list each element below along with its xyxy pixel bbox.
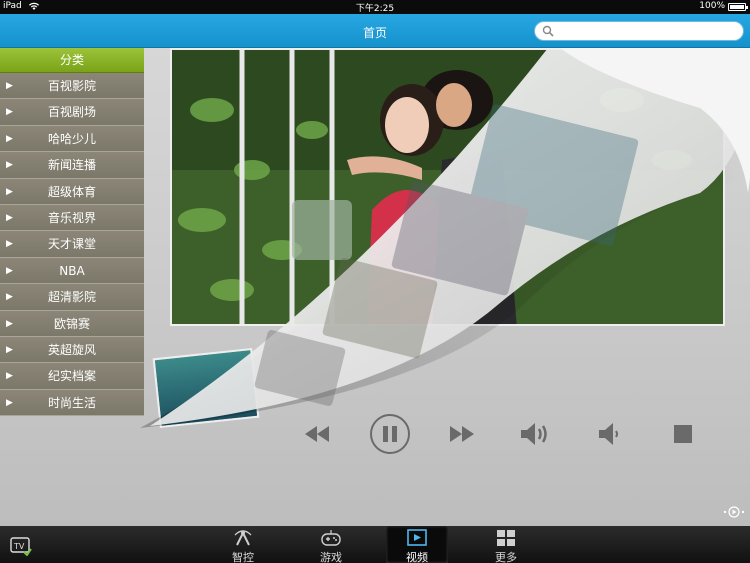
sidebar-item[interactable]: ▶ NBA <box>0 257 144 285</box>
battery-icon <box>728 3 748 11</box>
arrow-right-icon: ▶ <box>6 371 13 382</box>
sidebar-item-label: 百视剧场 <box>47 105 96 120</box>
sidebar-item-label: 超级体育 <box>47 184 96 199</box>
fast-forward-icon <box>450 426 474 442</box>
category-sidebar: 分类 ▶ 百视影院 ▶ 百视剧场 ▶ 哈哈少儿 ▶ 新闻连播 ▶ 超级体育 ▶ 音乐视界 ▶ 天才课堂 ▶ N… <box>0 48 144 417</box>
arrow-right-icon: ▶ <box>6 81 13 91</box>
rewind-button[interactable] <box>299 416 335 452</box>
arrow-right-icon: ▶ <box>6 107 13 118</box>
main-content: 分类 ▶ 百视影院 ▶ 百视剧场 ▶ 哈哈少儿 ▶ 新闻连播 ▶ 超级体育 ▶ 音乐视界 ▶ 天才课堂 ▶ N… <box>0 48 750 526</box>
arrow-right-icon: ▶ <box>6 186 13 197</box>
sidebar-item[interactable]: ▶ 音乐视界 <box>0 204 144 232</box>
featured-photo[interactable] <box>170 48 725 326</box>
sidebar-item[interactable]: ▶ 超级体育 <box>0 178 144 205</box>
gamepad-icon <box>321 529 341 547</box>
svg-text:TV: TV <box>13 542 25 551</box>
status-bar: iPad 下午2:25 100% <box>0 0 750 14</box>
tab-label: 游戏 <box>320 551 342 563</box>
volume-down-icon <box>599 423 618 445</box>
arrow-right-icon: ▶ <box>6 344 13 355</box>
sidebar-item-label: 超清影院 <box>47 290 96 305</box>
sidebar-item-label: 新闻连播 <box>47 158 96 173</box>
sidebar-item-label: 英超旋风 <box>47 342 96 357</box>
arrow-right-icon: ▶ <box>6 133 13 144</box>
navigation-bar: 首页 <box>0 14 750 48</box>
battery-percent: 100% <box>699 1 725 11</box>
tab-video[interactable]: 视频 <box>386 526 448 563</box>
sidebar-item-label: 纪实档案 <box>47 369 96 384</box>
tab-gamepad[interactable]: 游戏 <box>300 526 362 563</box>
tab-label: 更多 <box>495 551 517 563</box>
sidebar-item[interactable]: ▶ 天才课堂 <box>0 231 144 258</box>
sidebar-item[interactable]: ▶ 百视影院 <box>0 73 144 100</box>
pause-icon <box>383 426 397 442</box>
sidebar-item[interactable]: ▶ 新闻连播 <box>0 152 144 179</box>
remote-control-icon <box>233 529 253 547</box>
arrow-right-icon: ▶ <box>6 318 13 329</box>
stop-button[interactable] <box>665 416 701 452</box>
rewind-icon <box>305 426 329 442</box>
fast-forward-button[interactable] <box>444 416 480 452</box>
arrow-right-icon: ▶ <box>6 212 13 223</box>
sidebar-item[interactable]: ▶ 百视剧场 <box>0 99 144 126</box>
more-grid-icon <box>496 529 516 547</box>
sidebar-item-label: 音乐视界 <box>47 210 96 225</box>
sidebar-item[interactable]: ▶ 英超旋风 <box>0 336 144 364</box>
tab-bar: TV 智控 游戏 视频 更多 <box>0 526 750 563</box>
arrow-right-icon: ▶ <box>6 239 13 250</box>
stop-icon <box>674 425 692 443</box>
tv-logo-icon[interactable]: TV <box>10 534 32 556</box>
sidebar-item[interactable]: ▶ 欧锦赛 <box>0 310 144 337</box>
status-time: 下午2:25 <box>355 4 395 14</box>
volume-up-button[interactable] <box>518 416 554 452</box>
sidebar-item[interactable]: ▶ 超清影院 <box>0 284 144 311</box>
sidebar-item-label: 百视影院 <box>47 79 96 93</box>
tab-label: 智控 <box>232 551 254 563</box>
search-box[interactable] <box>534 21 744 41</box>
sidebar-item[interactable]: ▶ 哈哈少儿 <box>0 125 144 153</box>
tab-label: 视频 <box>406 551 428 563</box>
tab-remote-control[interactable]: 智控 <box>212 526 274 563</box>
search-icon <box>542 25 554 37</box>
sidebar-item-label: 哈哈少儿 <box>47 131 96 146</box>
volume-down-button[interactable] <box>592 416 628 452</box>
sidebar-header: 分类 <box>0 48 144 73</box>
search-input[interactable] <box>557 24 737 39</box>
player-controls <box>0 400 750 470</box>
sidebar-item[interactable]: ▶ 纪实档案 <box>0 363 144 390</box>
sidebar-item-label: 天才课堂 <box>47 237 96 252</box>
arrow-right-icon: ▶ <box>6 265 13 276</box>
tab-more-grid[interactable]: 更多 <box>475 526 537 563</box>
video-icon <box>407 529 427 547</box>
playback-indicator-icon[interactable] <box>722 506 746 518</box>
arrow-right-icon: ▶ <box>6 292 13 303</box>
pause-button[interactable] <box>370 414 410 454</box>
sidebar-item-label: 欧锦赛 <box>53 316 90 331</box>
sidebar-item-label: NBA <box>59 263 85 278</box>
volume-up-icon <box>521 423 547 445</box>
photo-image <box>172 50 723 324</box>
arrow-right-icon: ▶ <box>6 160 13 171</box>
